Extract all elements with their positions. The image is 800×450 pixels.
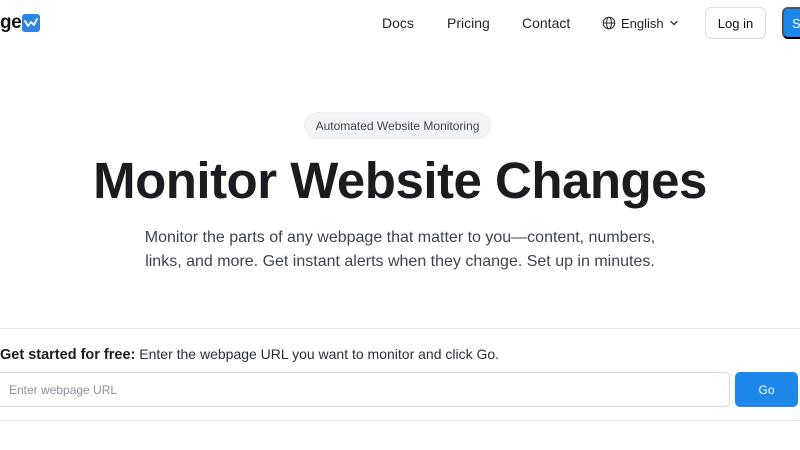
url-input[interactable]: [0, 372, 730, 407]
language-selector[interactable]: English: [602, 14, 679, 32]
nav-docs-link[interactable]: Docs: [382, 14, 414, 32]
hero-subtitle-line-2: links, and more. Get instant alerts when…: [145, 253, 655, 270]
hero-subtitle: Monitor the parts of any webpage that ma…: [130, 226, 670, 274]
chart-line-icon: [22, 14, 41, 32]
top-navbar: ge Docs Pricing Contact English Log in S: [0, 0, 800, 46]
get-started-text: Get started for free: Enter the webpage …: [0, 345, 499, 364]
section-divider-top: [0, 328, 800, 329]
section-divider-bottom: [0, 420, 800, 421]
hero-badge: Automated Website Monitoring: [304, 112, 491, 139]
get-started-instruction: Enter the webpage URL you want to monito…: [139, 346, 500, 362]
globe-icon: [602, 16, 616, 30]
nav-contact-link[interactable]: Contact: [522, 14, 570, 32]
hero-subtitle-line-1: Monitor the parts of any webpage that ma…: [144, 229, 656, 246]
page: ge Docs Pricing Contact English Log in S…: [0, 0, 800, 450]
go-button[interactable]: Go: [735, 372, 798, 407]
get-started-lead: Get started for free:: [0, 347, 136, 363]
language-label: English: [621, 15, 664, 31]
logo[interactable]: ge: [0, 12, 41, 34]
hero-title: Monitor Website Changes: [93, 152, 707, 209]
nav-pricing-link[interactable]: Pricing: [447, 14, 490, 32]
signup-button[interactable]: S: [782, 7, 800, 39]
chevron-down-icon: [669, 18, 679, 28]
logo-text: ge: [0, 12, 22, 33]
login-button[interactable]: Log in: [705, 7, 766, 39]
